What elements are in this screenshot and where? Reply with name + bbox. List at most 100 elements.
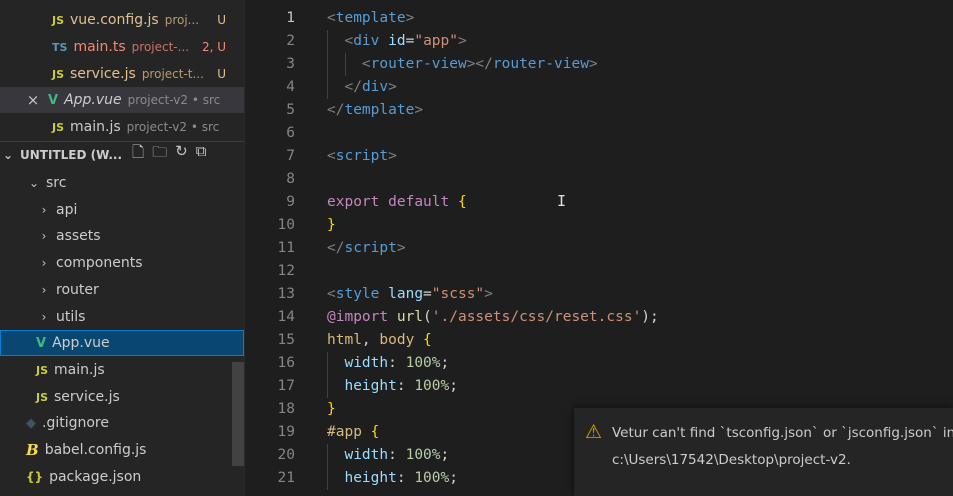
code-text: } (327, 398, 336, 421)
tree-item-app-vue[interactable]: V App.vue (0, 330, 244, 356)
code-text: width: 100%; (327, 352, 449, 375)
code-token: < (327, 286, 336, 302)
code-token: ( (423, 309, 432, 325)
line-number: 6 (286, 125, 295, 141)
tree-item-label: assets (56, 228, 101, 244)
tree-item-label: components (56, 255, 143, 271)
tree-item--gitignore[interactable]: ◆ .gitignore (0, 410, 244, 436)
indent-guide (327, 352, 328, 375)
warning-icon: ⚠ (585, 421, 603, 443)
sidebar-scrollbar[interactable] (232, 362, 244, 466)
typescript-file-icon: TS (52, 40, 68, 54)
open-editor-item[interactable]: JS service.js project-t... U (0, 61, 244, 87)
code-token: ; (440, 447, 450, 463)
new-file-icon[interactable]: 🗋 (132, 142, 144, 167)
tree-item-api[interactable]: › api (0, 197, 244, 223)
code-token: = (423, 286, 432, 302)
code-line: 17 height: 100%; (245, 375, 953, 398)
code-token: > (484, 286, 493, 302)
chevron-down-icon: ⌄ (28, 176, 40, 190)
tree-item-assets[interactable]: › assets (0, 223, 244, 249)
vue-file-icon: V (48, 92, 59, 108)
code-token: default (388, 194, 450, 210)
code-token: > (388, 148, 397, 164)
line-number: 3 (286, 56, 295, 72)
json-file-icon: {} (26, 470, 44, 484)
code-text: } (327, 214, 336, 237)
tree-item-label: babel.config.js (44, 442, 147, 458)
code-token: div (353, 33, 380, 49)
code-token: < (361, 56, 371, 72)
code-text: html, body { (327, 329, 432, 352)
code-token: script (335, 148, 389, 164)
code-token: height (344, 470, 397, 486)
open-editor-name: App.vue (64, 92, 122, 108)
code-line: 1 <template> (245, 7, 953, 30)
code-token: > (388, 79, 397, 95)
tree-item-label: App.vue (52, 335, 110, 351)
open-editor-item[interactable]: TS main.ts project-... 2, U (0, 34, 244, 60)
tree-item-src[interactable]: ⌄ src (0, 170, 244, 196)
chevron-right-icon: › (41, 256, 47, 270)
code-line: 10} (245, 214, 953, 237)
open-editor-item[interactable]: × V App.vue project-v2 • src (0, 87, 244, 113)
code-token: height (344, 378, 397, 394)
code-token: router-view (370, 56, 467, 72)
refresh-icon[interactable]: ↻ (175, 142, 188, 167)
line-number: 18 (277, 401, 295, 417)
line-number: 11 (277, 240, 295, 256)
open-editor-item[interactable]: JS vue.config.js proj... U (0, 7, 244, 33)
javascript-file-icon: JS (36, 363, 49, 377)
new-folder-icon[interactable]: 🗀 (152, 142, 167, 167)
code-token: > (588, 56, 598, 72)
javascript-file-icon: JS (52, 67, 65, 81)
line-number: 13 (277, 286, 295, 302)
code-token: 100% (405, 355, 441, 371)
tree-item-service-js[interactable]: JS service.js (0, 384, 244, 410)
code-token: { (457, 194, 467, 210)
line-number: 7 (286, 148, 295, 164)
tree-item-label: api (56, 202, 78, 218)
chevron-right-icon: › (41, 310, 47, 324)
git-file-icon: ◆ (26, 415, 36, 431)
code-text: <template> (327, 7, 414, 30)
tree-item-label: .gitignore (42, 415, 109, 431)
tree-item-label: utils (56, 309, 86, 325)
code-line: 14 @import url('./assets/css/reset.css'); (245, 306, 953, 329)
collapse-all-icon[interactable]: ⧉ (196, 142, 207, 167)
close-icon[interactable]: × (26, 91, 40, 109)
chevron-down-icon: ⌄ (2, 147, 14, 162)
code-token: ); (641, 309, 659, 325)
vue-file-icon: V (36, 335, 47, 351)
code-line: 15 html, body { (245, 329, 953, 352)
tree-item-utils[interactable]: › utils (0, 304, 244, 330)
chevron-right-icon: › (41, 203, 47, 217)
tree-item-babel-config-js[interactable]: Bbabel.config.js (0, 437, 244, 463)
tree-item-label: package.json (49, 469, 142, 485)
code-token: </ (327, 102, 345, 118)
open-editor-path: project-... (131, 40, 190, 54)
code-token: './assets/css/reset.css' (431, 309, 642, 325)
explorer-sidebar: JS vue.config.js proj... U TS main.ts project-… (0, 0, 244, 496)
open-editor-path: proj... (164, 13, 200, 27)
line-number: 15 (277, 332, 295, 348)
tree-item-components[interactable]: › components (0, 250, 244, 276)
open-editor-name: main.ts (73, 39, 126, 55)
text-cursor-icon: I (557, 192, 567, 210)
status-badge: 2, U (201, 40, 226, 54)
line-number: 5 (286, 102, 295, 118)
tree-item-main-js[interactable]: JS main.js (0, 357, 244, 383)
javascript-file-icon: JS (52, 13, 65, 27)
status-badge: U (217, 67, 226, 81)
workspace-header[interactable]: ⌄ UNTITLED (W... 🗋 🗀 ↻ ⧉ (0, 141, 244, 167)
code-token: </ (344, 79, 362, 95)
code-token: width (344, 447, 389, 463)
tree-item-router[interactable]: › router (0, 277, 244, 303)
tree-item-package-json[interactable]: {} package.json (0, 464, 244, 490)
open-editor-item[interactable]: JS main.js project-v2 • src (0, 114, 244, 140)
indent-guide (327, 467, 328, 490)
open-editor-name: main.js (70, 119, 121, 135)
